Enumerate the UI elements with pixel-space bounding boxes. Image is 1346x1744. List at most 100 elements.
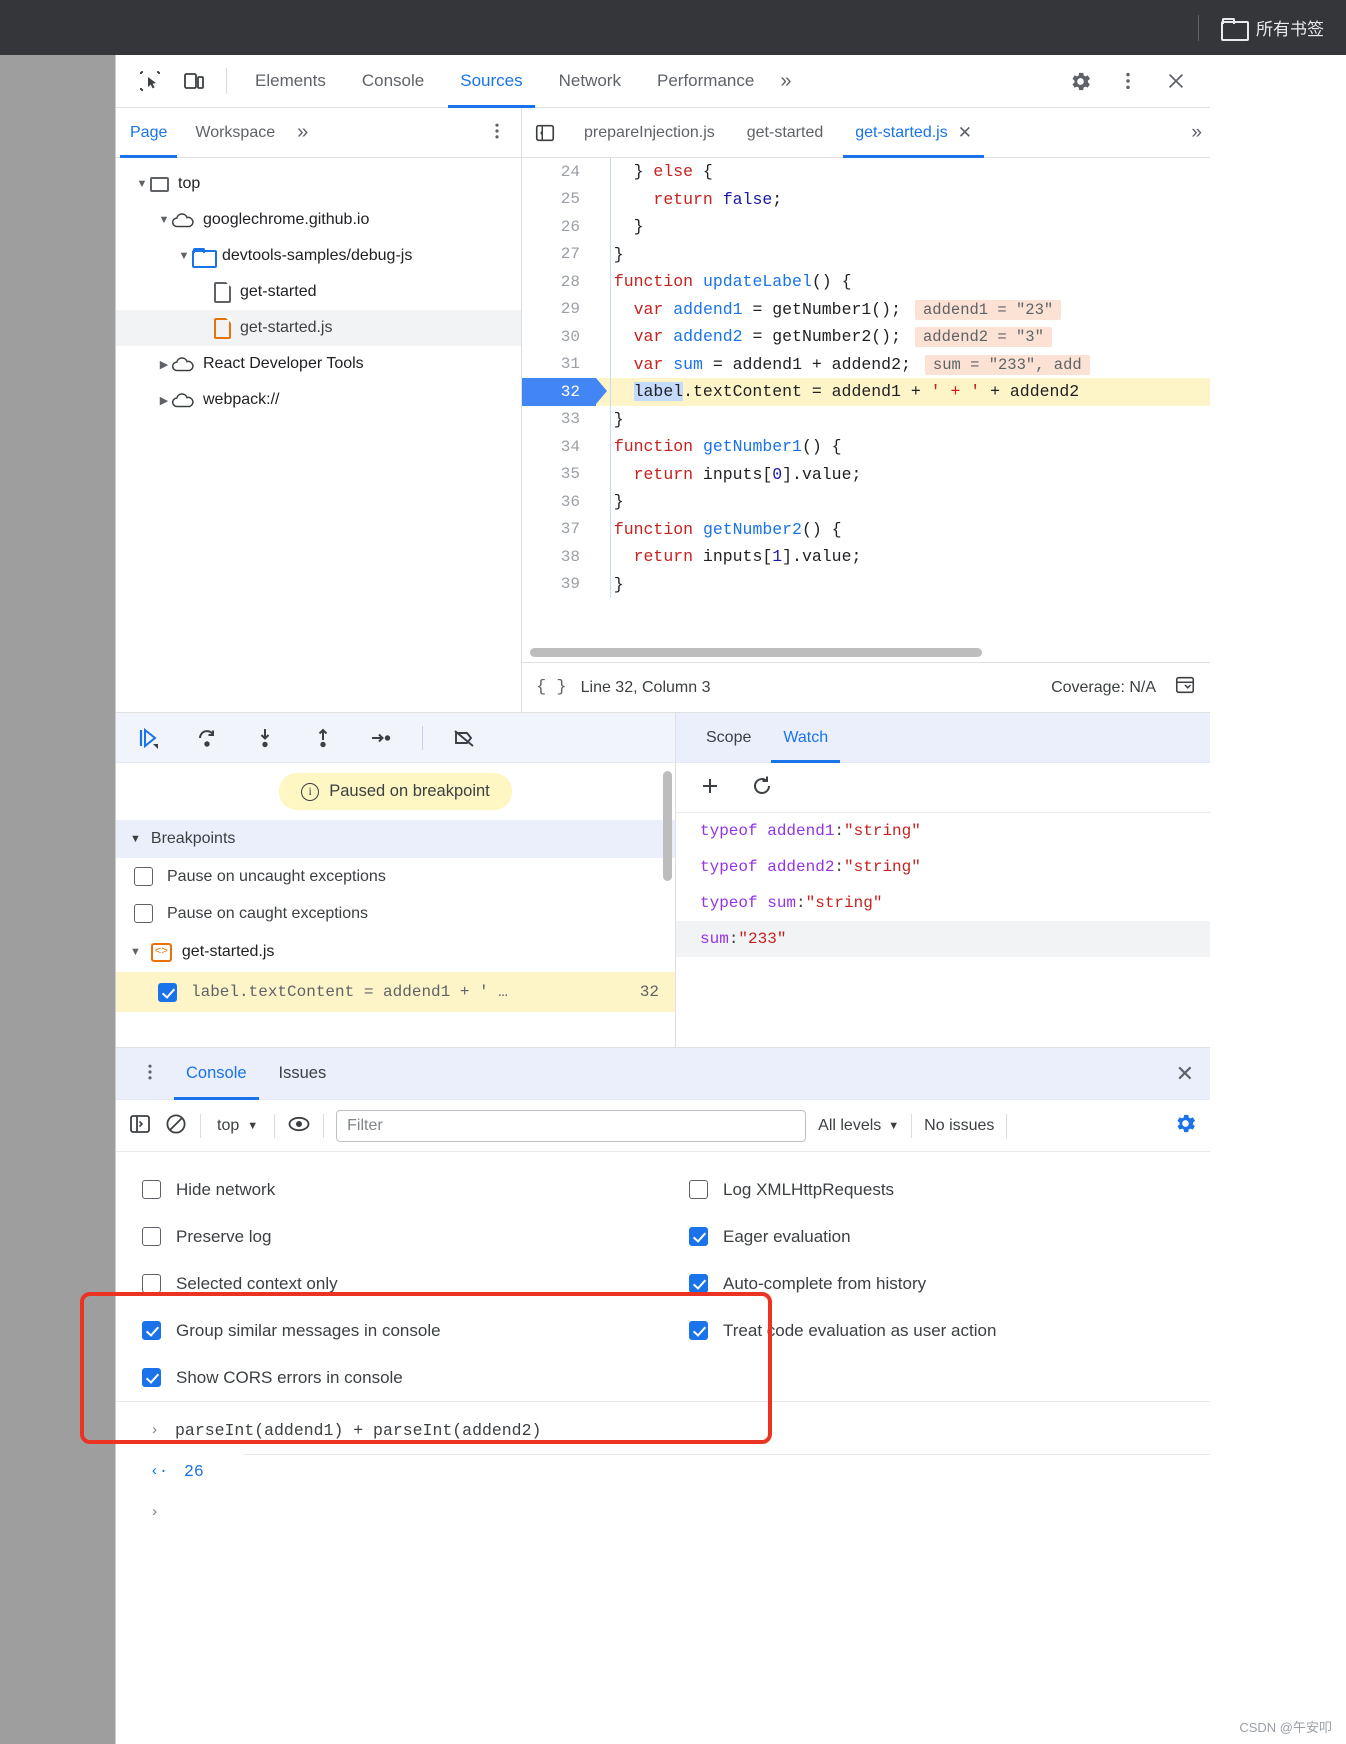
plus-icon[interactable]	[698, 774, 722, 802]
resume-script-icon[interactable]	[130, 719, 168, 757]
twisty-icon[interactable]: ▶	[156, 394, 172, 407]
vertical-dots-icon[interactable]	[1106, 59, 1150, 103]
console-setting-row[interactable]: Show CORS errors in console	[116, 1354, 663, 1401]
step-into-icon[interactable]	[246, 719, 284, 757]
clear-console-icon[interactable]	[164, 1112, 188, 1140]
editor-tab-get-started[interactable]: get-started	[731, 108, 839, 158]
breakpoint-file-group[interactable]: ▼ <> get-started.js	[116, 932, 675, 972]
tree-item-origin[interactable]: ▼ googlechrome.github.io	[116, 202, 521, 238]
line-number[interactable]: 30	[522, 328, 594, 346]
console-settings-gear-icon[interactable]	[1173, 1111, 1210, 1140]
line-number[interactable]: 32	[522, 383, 594, 401]
nav-tab-workspace[interactable]: Workspace	[181, 108, 289, 158]
checkbox[interactable]	[689, 1274, 708, 1293]
checkbox[interactable]	[134, 867, 153, 886]
checkbox[interactable]	[142, 1368, 161, 1387]
line-number[interactable]: 36	[522, 493, 594, 511]
twisty-icon[interactable]: ▼	[130, 946, 141, 958]
step-over-icon[interactable]	[188, 719, 226, 757]
tree-item-webpack[interactable]: ▶ webpack://	[116, 382, 521, 418]
checkbox[interactable]	[689, 1180, 708, 1199]
editor-tab-get-started-js[interactable]: get-started.js ✕	[839, 108, 988, 158]
breakpoints-section-header[interactable]: ▼ Breakpoints	[116, 820, 675, 858]
debugger-scrollbar[interactable]	[663, 771, 672, 881]
editor-horizontal-scrollbar[interactable]	[530, 648, 982, 657]
chevron-double-right-icon[interactable]: »	[772, 70, 799, 93]
checkbox[interactable]	[134, 904, 153, 923]
console-setting-row[interactable]: Group similar messages in console	[116, 1307, 663, 1354]
checkbox[interactable]	[689, 1227, 708, 1246]
twisty-icon[interactable]: ▼	[156, 214, 172, 226]
editor-tab-prepareinjection[interactable]: prepareInjection.js	[568, 108, 731, 158]
tab-performance[interactable]: Performance	[639, 55, 772, 108]
checkbox[interactable]	[158, 982, 177, 1002]
drawer-menu-icon[interactable]	[130, 1062, 170, 1086]
code-editor[interactable]: 24 } else {25 return false; 26 } 27 } 28 fu…	[522, 158, 1210, 662]
deactivate-breakpoints-icon[interactable]	[445, 719, 483, 757]
step-icon[interactable]	[362, 719, 400, 757]
line-number[interactable]: 34	[522, 438, 594, 456]
tree-item-react-devtools[interactable]: ▶ React Developer Tools	[116, 346, 521, 382]
console-sidebar-icon[interactable]	[128, 1112, 152, 1140]
nav-tab-page[interactable]: Page	[116, 108, 181, 158]
checkbox[interactable]	[142, 1321, 161, 1340]
console-filter-input[interactable]: Filter	[336, 1109, 807, 1142]
console-setting-row[interactable]: Treat code evaluation as user action	[663, 1307, 1210, 1354]
checkbox[interactable]	[142, 1274, 161, 1293]
tab-scope[interactable]: Scope	[690, 713, 767, 763]
pretty-print-icon[interactable]: { }	[536, 678, 567, 697]
tab-elements[interactable]: Elements	[237, 55, 344, 108]
gear-icon[interactable]	[1058, 59, 1102, 103]
refresh-icon[interactable]	[750, 774, 774, 802]
watch-expression-row[interactable]: typeof addend2: "string"	[676, 849, 1210, 885]
console-setting-row[interactable]: Log XMLHttpRequests	[663, 1166, 1210, 1213]
line-number[interactable]: 37	[522, 520, 594, 538]
console-output[interactable]: › parseInt(addend1) + parseInt(addend2) …	[116, 1402, 1210, 1744]
close-icon[interactable]: ✕	[1176, 1061, 1210, 1087]
twisty-icon[interactable]: ▶	[156, 358, 172, 371]
twisty-icon[interactable]: ▼	[176, 250, 192, 262]
tab-sources[interactable]: Sources	[442, 55, 540, 108]
tree-item-get-started-js[interactable]: get-started.js	[116, 310, 521, 346]
tree-item-get-started[interactable]: get-started	[116, 274, 521, 310]
console-drawer-icon[interactable]	[1174, 674, 1196, 701]
navigator-more-icon[interactable]	[487, 121, 521, 145]
checkbox[interactable]	[689, 1321, 708, 1340]
twisty-icon[interactable]: ▼	[130, 833, 141, 845]
step-out-icon[interactable]	[304, 719, 342, 757]
console-prompt-line[interactable]: ›	[116, 1492, 1210, 1533]
console-context-selector[interactable]: top ▼	[213, 1117, 262, 1135]
watch-expression-row[interactable]: sum : "233"	[676, 921, 1210, 957]
show-navigator-icon[interactable]	[522, 108, 568, 158]
line-number[interactable]: 39	[522, 575, 594, 593]
console-levels-dropdown[interactable]: All levels ▼	[818, 1117, 899, 1135]
pause-uncaught-exceptions-row[interactable]: Pause on uncaught exceptions	[116, 858, 675, 895]
line-number[interactable]: 38	[522, 548, 594, 566]
tree-item-top[interactable]: ▼ top	[116, 166, 521, 202]
console-setting-row[interactable]: Selected context only	[116, 1260, 663, 1307]
breakpoint-list-item[interactable]: label.textContent = addend1 + ' … 32	[116, 972, 675, 1012]
close-icon[interactable]: ✕	[958, 123, 972, 143]
watch-expression-row[interactable]: typeof sum: "string"	[676, 885, 1210, 921]
console-setting-row[interactable]: Auto-complete from history	[663, 1260, 1210, 1307]
editor-tabs-overflow-icon[interactable]: »	[1183, 122, 1210, 144]
tab-watch[interactable]: Watch	[767, 713, 844, 763]
checkbox[interactable]	[142, 1180, 161, 1199]
console-setting-row[interactable]: Preserve log	[116, 1213, 663, 1260]
console-setting-row[interactable]: Eager evaluation	[663, 1213, 1210, 1260]
console-setting-row[interactable]: Hide network	[116, 1166, 663, 1213]
line-number[interactable]: 29	[522, 300, 594, 318]
device-toolbar-icon[interactable]	[172, 59, 216, 103]
drawer-tab-console[interactable]: Console	[170, 1048, 263, 1100]
line-number[interactable]: 26	[522, 218, 594, 236]
drawer-tab-issues[interactable]: Issues	[263, 1048, 343, 1100]
line-number[interactable]: 31	[522, 355, 594, 373]
watch-expression-row[interactable]: typeof addend1: "string"	[676, 813, 1210, 849]
console-issues-status[interactable]: No issues	[924, 1117, 994, 1135]
line-number[interactable]: 33	[522, 410, 594, 428]
line-number[interactable]: 25	[522, 190, 594, 208]
tab-console[interactable]: Console	[344, 55, 442, 108]
twisty-icon[interactable]: ▼	[134, 178, 150, 190]
inspect-element-icon[interactable]	[128, 59, 172, 103]
all-bookmarks-button[interactable]: 所有书签	[1221, 15, 1324, 41]
